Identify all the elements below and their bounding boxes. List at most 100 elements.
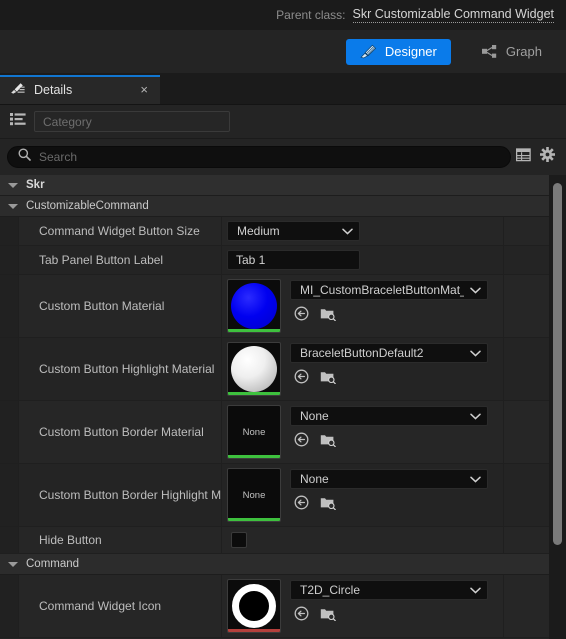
search-box[interactable] <box>7 146 511 168</box>
use-selected-asset-icon[interactable] <box>293 368 310 385</box>
parent-class-label: Parent class: <box>276 8 346 22</box>
tab-designer[interactable]: Designer <box>345 38 451 65</box>
use-selected-asset-icon[interactable] <box>293 605 310 622</box>
property-value: Medium <box>222 217 503 245</box>
table-row: Command Widget Button Size Medium <box>0 217 566 246</box>
designer-icon <box>360 44 377 59</box>
row-gutter <box>0 464 19 526</box>
asset-type-strip <box>228 392 280 395</box>
chevron-down-icon <box>470 583 481 597</box>
asset-thumbnail[interactable] <box>227 279 281 333</box>
gear-icon <box>539 147 555 167</box>
custom-button-border-highlight-material-dropdown[interactable]: None <box>290 469 488 489</box>
dropdown-value: Medium <box>237 224 280 238</box>
property-value: Tab 1 <box>222 246 503 274</box>
chevron-down-icon <box>470 346 481 360</box>
row-gutter <box>0 575 19 637</box>
category-list-icon[interactable] <box>8 112 34 131</box>
category-header-command[interactable]: Command <box>0 554 566 575</box>
table-row: Custom Button Border Highlight M... None… <box>0 464 566 527</box>
browse-to-asset-icon[interactable] <box>319 605 336 622</box>
category-input[interactable]: Category <box>34 111 230 132</box>
close-icon[interactable]: × <box>140 83 148 96</box>
property-label: Hide Button <box>19 527 222 553</box>
parent-class-link[interactable]: Skr Customizable Command Widget <box>352 7 554 23</box>
asset-type-strip <box>228 629 280 632</box>
table-row: Custom Button Material MI_CustomBracelet… <box>0 275 566 338</box>
use-selected-asset-icon[interactable] <box>293 431 310 448</box>
row-gutter <box>0 275 19 337</box>
custom-button-material-dropdown[interactable]: MI_CustomBraceletButtonMat_Blue <box>290 280 488 300</box>
custom-button-highlight-material-dropdown[interactable]: BraceletButtonDefault2 <box>290 343 488 363</box>
tab-graph-label: Graph <box>505 44 542 59</box>
asset-thumbnail[interactable] <box>227 579 281 633</box>
property-value: None None <box>222 401 503 463</box>
search-input[interactable] <box>39 150 500 164</box>
details-pencil-icon <box>10 81 25 98</box>
grid-view-icon <box>515 147 531 167</box>
chevron-down-icon <box>342 224 353 238</box>
category-header-label: Skr <box>26 179 45 191</box>
asset-thumbnail[interactable]: None <box>227 405 281 459</box>
table-row: Hide Button <box>0 527 566 554</box>
search-icon <box>18 148 31 166</box>
property-value: MI_CustomBraceletButtonMat_Blue <box>222 275 503 337</box>
thumbnail-none-label: None <box>242 489 266 501</box>
asset-thumbnail[interactable]: None <box>227 468 281 522</box>
property-label: Command Widget Button Size <box>19 217 222 245</box>
material-sphere-preview <box>231 283 277 329</box>
custom-button-border-material-dropdown[interactable]: None <box>290 406 488 426</box>
category-header-skr[interactable]: Skr <box>0 175 566 196</box>
chevron-down-icon <box>470 283 481 297</box>
browse-to-asset-icon[interactable] <box>319 494 336 511</box>
row-gutter <box>0 527 19 553</box>
property-label: Command Widget Icon <box>19 575 222 637</box>
browse-to-asset-icon[interactable] <box>319 431 336 448</box>
asset-type-strip <box>228 518 280 521</box>
hide-button-checkbox[interactable] <box>231 532 247 548</box>
scrollbar-thumb[interactable] <box>553 183 562 545</box>
thumbnail-none-label: None <box>242 426 266 438</box>
tab-details[interactable]: Details × <box>0 75 160 104</box>
browse-to-asset-icon[interactable] <box>319 305 336 322</box>
settings-button[interactable] <box>535 145 559 169</box>
property-value: None None <box>222 464 503 526</box>
material-sphere-preview <box>231 346 277 392</box>
table-row: Custom Button Border Material None None <box>0 401 566 464</box>
table-row: Custom Button Highlight Material Bracele… <box>0 338 566 401</box>
asset-thumbnail[interactable] <box>227 342 281 396</box>
dropdown-value: None <box>300 409 329 423</box>
texture-circle-preview <box>232 584 276 628</box>
property-value <box>222 527 503 553</box>
row-gutter <box>0 246 19 274</box>
category-header-label: CustomizableCommand <box>26 200 149 212</box>
button-size-dropdown[interactable]: Medium <box>227 221 360 241</box>
property-list: Skr CustomizableCommand Command Widget B… <box>0 175 566 639</box>
row-gutter <box>0 401 19 463</box>
property-label: Custom Button Highlight Material <box>19 338 222 400</box>
mode-toolbar: Designer Graph <box>0 30 566 74</box>
category-header-customizablecommand[interactable]: CustomizableCommand <box>0 196 566 217</box>
chevron-down-icon <box>8 561 18 567</box>
property-label: Custom Button Material <box>19 275 222 337</box>
use-selected-asset-icon[interactable] <box>293 494 310 511</box>
row-gutter <box>0 338 19 400</box>
property-value: T2D_Circle <box>222 575 503 637</box>
tab-graph[interactable]: Graph <box>467 39 556 65</box>
property-label: Custom Button Border Material <box>19 401 222 463</box>
chevron-down-icon <box>8 203 18 209</box>
tab-details-label: Details <box>34 82 73 97</box>
command-widget-icon-dropdown[interactable]: T2D_Circle <box>290 580 488 600</box>
browse-to-asset-icon[interactable] <box>319 368 336 385</box>
grid-view-button[interactable] <box>511 145 535 169</box>
tab-panel-button-label-input[interactable]: Tab 1 <box>227 250 360 270</box>
use-selected-asset-icon[interactable] <box>293 305 310 322</box>
chevron-down-icon <box>8 182 18 188</box>
table-row: Tab Panel Button Label Tab 1 <box>0 246 566 275</box>
property-label: Custom Button Border Highlight M... <box>19 464 222 526</box>
chevron-down-icon <box>470 472 481 486</box>
blueprint-editor-details-panel: Parent class: Skr Customizable Command W… <box>0 0 566 639</box>
property-label: Tab Panel Button Label <box>19 246 222 274</box>
graph-icon <box>481 44 498 59</box>
dropdown-value: None <box>300 472 329 486</box>
